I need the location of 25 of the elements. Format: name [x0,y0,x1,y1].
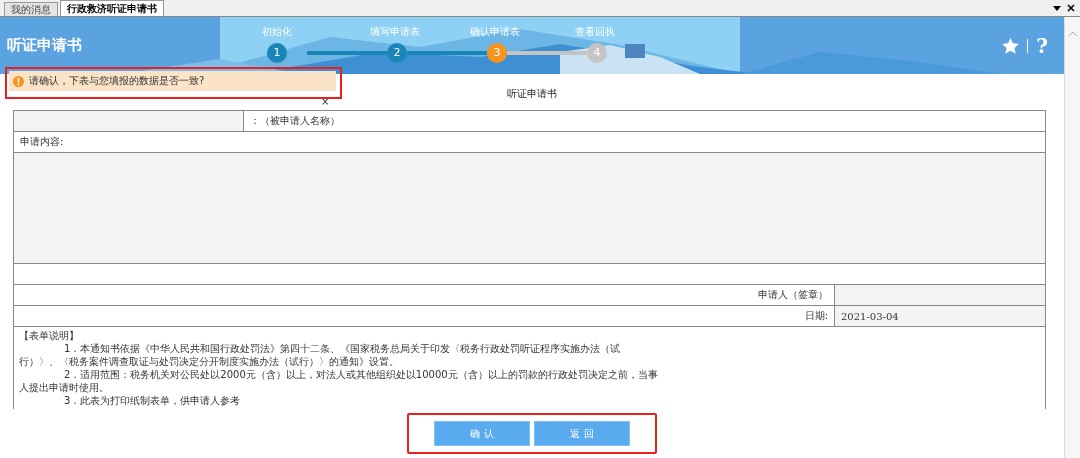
tab[interactable]: 行政救济听证申请书 [60,0,164,16]
tab[interactable]: 我的消息 [4,2,58,16]
scroll-up-icon[interactable] [1067,31,1078,37]
warning-icon [13,75,24,87]
dropdown-icon[interactable] [1053,5,1061,11]
note-paragraph: 2．适用范围：税务机关对公民处以2000元（含）以上，对法人或其他组织处以10000元（含）以上的罚款的行政处罚决定之前，当事人提出申请时使用。 [19,368,659,394]
close-icon[interactable] [1067,4,1075,12]
star-icon[interactable] [1002,37,1020,54]
step-label: 填写申请表 [369,24,421,39]
table-cell-text: 申请内容: [19,135,65,149]
table-cell-text: 日期: [803,309,829,323]
table-cell-text: 申请人（签章） [757,288,829,302]
scrollbar[interactable] [1064,17,1080,458]
step-label: 查看回执 [574,24,616,39]
alert-message: 请确认，下表与您填报的数据是否一致? [29,74,205,88]
close-button[interactable]: × [321,97,330,107]
step-label: 确认申请表 [469,24,521,39]
step-label: 初始化 [261,24,293,39]
page-title: 听证申请书 [6,36,83,55]
note-paragraph: 3．此表为打印纸制表单，供申请人参考 [63,394,242,407]
table-cell-text: ：（被申请人名称） [249,114,341,128]
table-cell: 2021-03-04 [834,306,1045,326]
note-paragraph: 1．本通知书依据《中华人民共和国行政处罚法》第四十二条、《国家税务总局关于印发〈税务行政处罚听证程序实施办法（试行）〉、〈税务案件调查取证与处罚决定分开制度实施办法（试行）〉的通知》设置。 [19,342,622,368]
form-title: 听证申请书 [507,87,557,101]
notes-title: 【表单说明】 [19,329,80,342]
